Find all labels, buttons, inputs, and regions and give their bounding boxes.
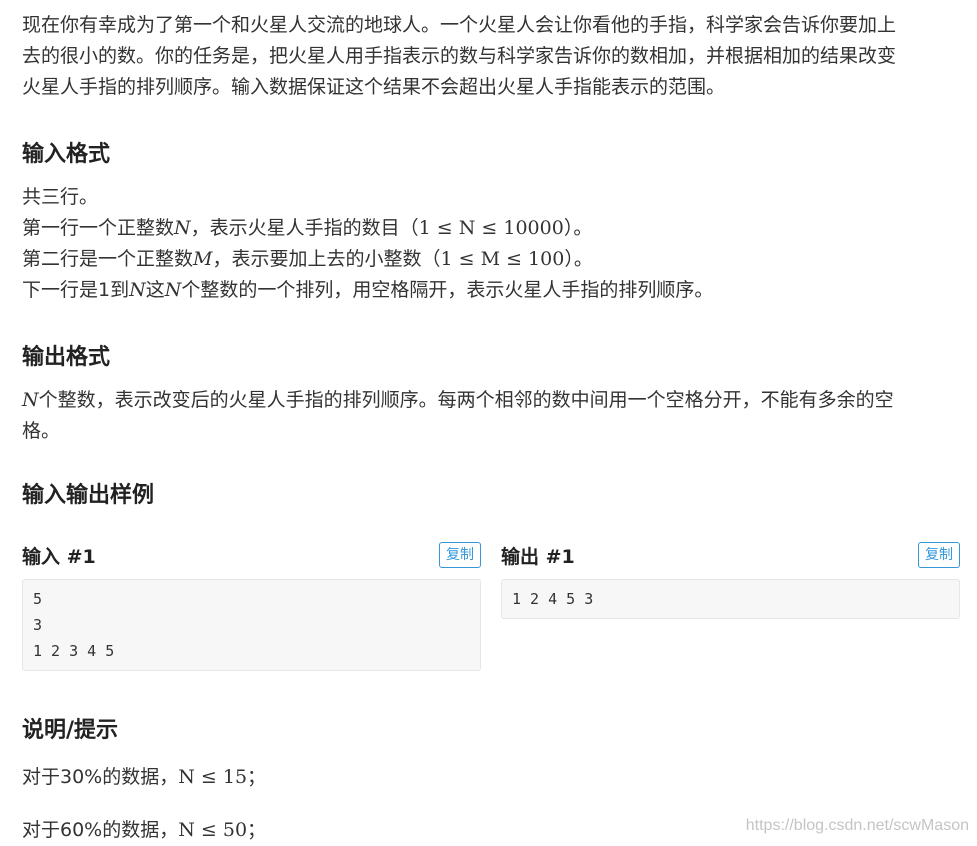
intro-line-1: 现在你有幸成为了第一个和火星人交流的地球人。一个火星人会让你看他的手指，科学家会… — [22, 14, 897, 36]
sample-input-code: 5 3 1 2 3 4 5 — [22, 579, 481, 671]
sample-output: 输出 #1 复制 1 2 4 5 3 — [501, 540, 960, 671]
hint-heading: 说明/提示 — [22, 718, 119, 743]
sample-output-code: 1 2 4 5 3 — [501, 579, 960, 619]
samples-heading: 输入输出样例 — [22, 483, 155, 508]
code-line: 1 2 4 5 3 — [512, 590, 594, 608]
sample-output-title: 输出 #1 — [501, 545, 575, 568]
sample-input-title: 输入 #1 — [22, 545, 96, 568]
input-format-line-2: 第一行一个正整数N，表示火星人手指的数目（1 ≤ N ≤ 10000）。 — [22, 217, 593, 239]
hint-line-1: 对于30%的数据，N ≤ 15； — [22, 766, 267, 788]
intro-line-3: 火星人手指的排列顺序。输入数据保证这个结果不会超出火星人手指能表示的范围。 — [22, 76, 726, 98]
samples-row: 输入 #1 复制 5 3 1 2 3 4 5 输出 #1 复制 1 2 4 5 3 — [22, 540, 960, 671]
problem-content: 现在你有幸成为了第一个和火星人交流的地球人。一个火星人会让你看他的手指，科学家会… — [22, 10, 960, 509]
watermark: https://blog.csdn.net/scwMason — [745, 817, 969, 834]
input-format-line-3: 第二行是一个正整数M，表示要加上去的小整数（1 ≤ M ≤ 100）。 — [22, 248, 593, 270]
input-format-line-4: 下一行是1到N这N个整数的一个排列，用空格隔开，表示火星人手指的排列顺序。 — [22, 279, 714, 301]
copy-output-button[interactable]: 复制 — [918, 542, 960, 568]
code-line: 3 — [33, 616, 43, 634]
input-format-line-1: 共三行。 — [22, 186, 99, 208]
sample-input: 输入 #1 复制 5 3 1 2 3 4 5 — [22, 540, 481, 671]
intro-line-2: 去的很小的数。你的任务是，把火星人用手指表示的数与科学家告诉你的数相加，并根据相… — [22, 45, 897, 67]
output-format-line-2: 格。 — [22, 420, 61, 442]
code-line: 1 2 3 4 5 — [33, 642, 115, 660]
code-line: 5 — [33, 590, 43, 608]
input-format-heading: 输入格式 — [22, 142, 111, 167]
copy-input-button[interactable]: 复制 — [439, 542, 481, 568]
output-format-line-1: N个整数，表示改变后的火星人手指的排列顺序。每两个相邻的数中间用一个空格分开，不… — [22, 389, 894, 411]
output-format-heading: 输出格式 — [22, 345, 111, 370]
